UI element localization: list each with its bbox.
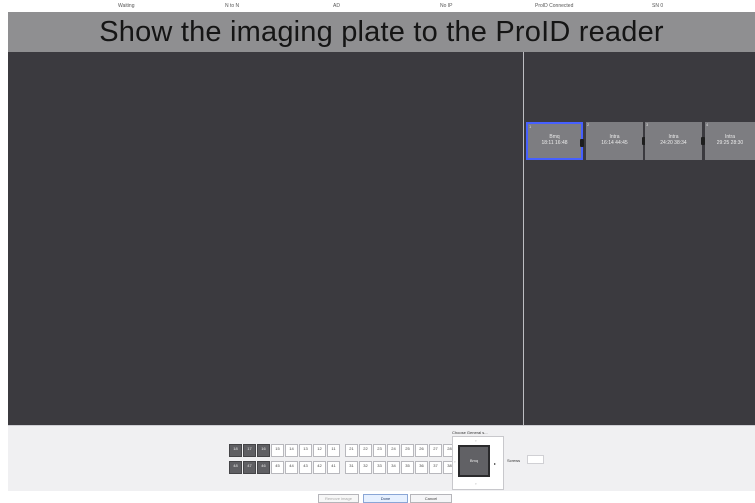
cancel-button[interactable]: Cancel xyxy=(410,494,452,503)
tooth-button[interactable]: 23 xyxy=(373,444,386,457)
tooth-button[interactable]: 11 xyxy=(327,444,340,457)
tooth-button[interactable]: 22 xyxy=(359,444,372,457)
thumbnail-index: 1 xyxy=(529,124,532,129)
tooth-button[interactable]: 43 xyxy=(299,461,312,474)
tooth-button[interactable]: 33 xyxy=(373,461,386,474)
status-proid: ProID Connected xyxy=(535,3,574,9)
thumbnail-timestamp: 29:25 28:30 xyxy=(716,140,744,146)
status-bar: Waiting N to N AD No IP ProID Connected … xyxy=(0,0,755,12)
tooth-button[interactable]: 34 xyxy=(387,461,400,474)
tooth-button[interactable]: 37 xyxy=(429,461,442,474)
plate-selector-label: Choose General s... xyxy=(452,430,488,435)
tooth-button[interactable]: 17 xyxy=(243,444,256,457)
screws-input[interactable] xyxy=(527,455,544,464)
tooth-button[interactable]: 31 xyxy=(345,461,358,474)
thumbnail-4[interactable]: 4 Intra 29:25 28:30 xyxy=(705,122,755,160)
status-ip: No IP xyxy=(440,3,453,9)
thumbnail-timestamp: 24:20 38:34 xyxy=(660,140,687,146)
status-waiting: Waiting xyxy=(118,3,135,9)
tooth-button[interactable]: 48 xyxy=(229,461,242,474)
thumbnail-timestamp: 18:11 16:48 xyxy=(541,140,568,146)
tooth-button[interactable]: 12 xyxy=(313,444,326,457)
tooth-button[interactable]: 32 xyxy=(359,461,372,474)
tooth-button[interactable]: 25 xyxy=(401,444,414,457)
done-button[interactable]: Done xyxy=(363,494,408,503)
tooth-button[interactable]: 27 xyxy=(429,444,442,457)
arrow-right-icon[interactable]: ▸ xyxy=(494,461,496,466)
thumbnail-index: 2 xyxy=(587,122,590,127)
screws-label: Screws xyxy=(507,458,521,463)
tooth-button[interactable]: 42 xyxy=(313,461,326,474)
plate-preview[interactable]: Bmq xyxy=(458,445,490,477)
tooth-button[interactable]: 16 xyxy=(257,444,270,457)
arrow-left-icon[interactable]: ▫ xyxy=(454,459,455,464)
tooth-button[interactable]: 24 xyxy=(387,444,400,457)
thumbnail-2[interactable]: 2 Intra 16:14 44:45 xyxy=(586,122,646,160)
remove-image-button[interactable]: Remove image xyxy=(318,494,359,503)
status-mode: N to N xyxy=(225,3,240,9)
tooth-button[interactable]: 41 xyxy=(327,461,340,474)
tooth-button[interactable]: 18 xyxy=(229,444,242,457)
tooth-button[interactable]: 44 xyxy=(285,461,298,474)
thumbnail-timestamp: 16:14 44:45 xyxy=(601,140,628,146)
tooth-button[interactable]: 47 xyxy=(243,461,256,474)
status-serial: SN 0 xyxy=(652,3,664,9)
tooth-button[interactable]: 15 xyxy=(271,444,284,457)
tooth-button[interactable]: 13 xyxy=(299,444,312,457)
tooth-button[interactable]: 21 xyxy=(345,444,358,457)
status-ad: AD xyxy=(333,3,340,9)
image-viewer xyxy=(8,52,755,425)
tooth-button[interactable]: 35 xyxy=(401,461,414,474)
tooth-button[interactable]: 36 xyxy=(415,461,428,474)
tooth-button[interactable]: 14 xyxy=(285,444,298,457)
thumbnail-index: 3 xyxy=(646,122,649,127)
drag-handle-icon[interactable] xyxy=(580,139,584,147)
panel-divider xyxy=(523,52,524,425)
tooth-button[interactable]: 46 xyxy=(257,461,270,474)
control-panel xyxy=(8,425,755,491)
arrow-down-icon[interactable]: ▫ xyxy=(475,481,476,486)
instruction-banner: Show the imaging plate to the ProID read… xyxy=(8,12,755,52)
arrow-up-icon[interactable]: ▫ xyxy=(475,438,476,443)
thumbnail-index: 4 xyxy=(706,122,709,127)
tooth-button[interactable]: 45 xyxy=(271,461,284,474)
thumbnail-3[interactable]: 3 Intra 24:20 38:34 xyxy=(645,122,705,160)
tooth-button[interactable]: 26 xyxy=(415,444,428,457)
thumbnail-1[interactable]: 1 Bmq 18:11 16:48 xyxy=(526,122,584,160)
